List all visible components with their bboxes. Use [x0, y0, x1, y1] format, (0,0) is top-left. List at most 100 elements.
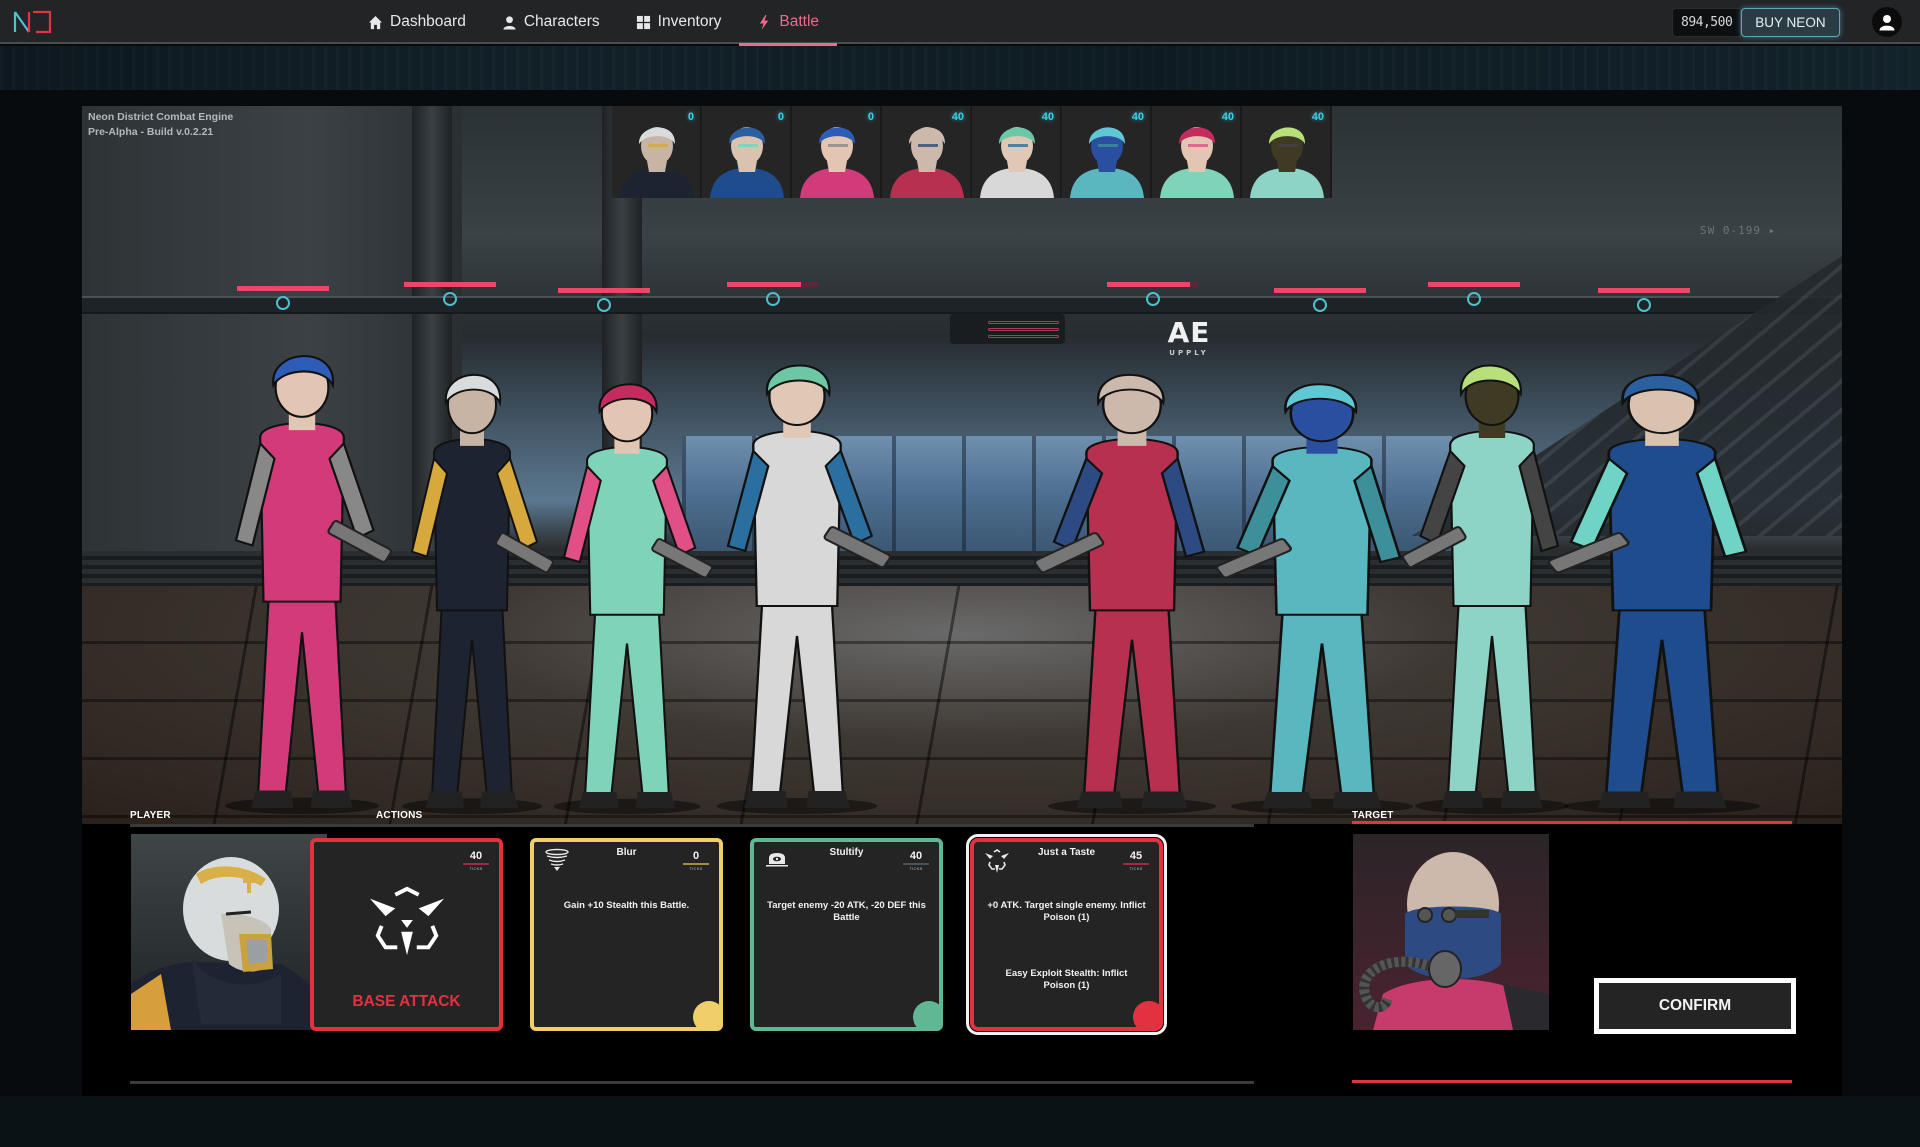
turn-order-slot[interactable]: 0	[792, 106, 882, 198]
status-ring-icon	[1467, 292, 1481, 306]
turn-ticks: 0	[777, 111, 784, 123]
build-info: Neon District Combat Engine Pre-Alpha - …	[88, 110, 233, 140]
page-footer-backdrop	[0, 1096, 1920, 1147]
confirm-button[interactable]: CONFIRM	[1594, 978, 1796, 1034]
actions-divider	[130, 824, 1254, 827]
actions-bottom-divider	[130, 1081, 1254, 1084]
status-ring-icon	[766, 292, 780, 306]
card-ticks: 45 TICKS	[1123, 850, 1149, 871]
card-ticks: 0 TICKS	[683, 850, 709, 871]
turn-order-slot[interactable]: 0	[702, 106, 792, 198]
build-title: Neon District Combat Engine	[88, 111, 234, 123]
card-rarity-dot	[913, 1001, 939, 1027]
card-description: +0 ATK. Target single enemy. Inflict Poi…	[987, 900, 1146, 923]
nav-dashboard-label: Dashboard	[390, 13, 466, 30]
nav-links: Dashboard Characters Inventory Battle	[350, 0, 837, 46]
nav-inventory[interactable]: Inventory	[618, 0, 740, 44]
neon-district-logo[interactable]	[12, 9, 56, 35]
user-icon	[503, 15, 516, 30]
grid-icon	[636, 15, 650, 29]
status-ring-icon	[443, 292, 457, 306]
action-card-base-attack[interactable]: 40 TICKS BASE ATTACK	[310, 838, 503, 1031]
health-bar-fill	[1274, 288, 1366, 293]
card-rarity-dot	[693, 1001, 719, 1027]
card-ticks: 40 TICKS	[463, 850, 489, 871]
status-ring-icon	[597, 298, 611, 312]
neon-balance: 894,500	[1672, 8, 1742, 37]
turn-order-slot[interactable]: 40	[882, 106, 972, 198]
sector-sign: SW 0-199 ▸	[1700, 224, 1777, 237]
home-icon	[368, 15, 383, 29]
health-bar	[727, 282, 819, 287]
actions-label: ACTIONS	[376, 810, 423, 821]
confirm-button-label: CONFIRM	[1599, 983, 1791, 1029]
target-portrait	[1353, 834, 1549, 1030]
status-ring-icon	[1146, 292, 1160, 306]
card-ticks-value: 40	[909, 850, 923, 862]
helmet-masked-portrait	[131, 834, 327, 1030]
card-rarity-dot	[1133, 1001, 1159, 1027]
action-card-just-a-taste[interactable]: Just a Taste 45 TICKS +0 ATK. Target sin…	[966, 834, 1167, 1035]
action-card-stultify[interactable]: Stultify 40 TICKS Target enemy -20 ATK, …	[750, 838, 943, 1031]
nav-battle-label: Battle	[779, 13, 820, 30]
bolt-icon	[760, 14, 769, 30]
nav-dashboard[interactable]: Dashboard	[350, 0, 484, 44]
health-bar	[1598, 288, 1690, 293]
turn-order-slot[interactable]: 40	[1062, 106, 1152, 198]
combat-engine-frame: AE UPPLY SW 0-199 ▸ Neon District Combat…	[82, 106, 1842, 1096]
health-bar	[1274, 288, 1366, 293]
neon-currency: 894,500 BUY NEON	[1672, 8, 1840, 37]
turn-order-slot[interactable]: 40	[1152, 106, 1242, 198]
turn-order-slot[interactable]: 40	[1242, 106, 1332, 198]
action-card-blur[interactable]: Blur 0 TICKS Gain +10 Stealth this Battl…	[530, 838, 723, 1031]
combatant-green-hair-headphones[interactable]	[682, 336, 912, 816]
turn-ticks: 40	[1131, 111, 1144, 123]
buy-neon-button[interactable]: BUY NEON	[1741, 8, 1840, 37]
combatant-blue-hood[interactable]	[1522, 346, 1802, 816]
health-bar-fill	[1598, 288, 1690, 293]
card-ticks: 40 TICKS	[903, 850, 929, 871]
turn-ticks: 0	[687, 111, 694, 123]
base-attack-icon	[369, 886, 444, 956]
green-hair-headphones-sprite	[716, 364, 892, 814]
card-bonus-description: Easy Exploit Stealth: Inflict Poison (1)	[1005, 968, 1128, 991]
health-bar	[404, 282, 496, 287]
turn-order-slot[interactable]: 40	[972, 106, 1062, 198]
health-bar-fill	[237, 286, 329, 291]
turn-ticks: 40	[1311, 111, 1324, 123]
target-divider-bottom	[1352, 1080, 1792, 1083]
player-label: PLAYER	[130, 810, 171, 821]
arena-balcony	[82, 296, 1842, 314]
player-portrait	[131, 834, 327, 1030]
card-ticks-value: 45	[1129, 850, 1143, 862]
account-avatar-button[interactable]	[1872, 7, 1902, 37]
turn-order-strip: 0 0 0 40 40 40 40 40	[612, 106, 1332, 198]
turn-ticks: 40	[951, 111, 964, 123]
turn-ticks: 40	[1041, 111, 1054, 123]
card-description: Gain +10 Stealth this Battle.	[563, 900, 690, 911]
turn-order-slot[interactable]: 0	[612, 106, 702, 198]
status-ring-icon	[1313, 298, 1327, 312]
card-description: Target enemy -20 ATK, -20 DEF this Battl…	[767, 900, 926, 923]
health-bar-fill	[1428, 282, 1520, 287]
build-version: Pre-Alpha - Build v.0.2.21	[88, 126, 214, 138]
health-bar	[558, 288, 650, 293]
page-backdrop	[0, 46, 1920, 90]
card-ticks-unit: TICKS	[909, 865, 923, 871]
health-bar	[237, 286, 329, 291]
health-bar	[1428, 282, 1520, 287]
nav-inventory-label: Inventory	[657, 13, 722, 30]
health-bar-fill	[727, 282, 801, 287]
card-ticks-value: 40	[469, 850, 483, 862]
turn-ticks: 0	[867, 111, 874, 123]
card-label: BASE ATTACK	[352, 993, 461, 1010]
blue-hood-sprite	[1547, 373, 1760, 815]
nav-battle[interactable]: Battle	[739, 0, 837, 46]
card-ticks-unit: TICKS	[469, 865, 483, 871]
user-circle-icon	[1879, 14, 1895, 30]
nav-characters[interactable]: Characters	[484, 0, 618, 44]
turn-ticks: 40	[1221, 111, 1234, 123]
target-divider-top	[1352, 821, 1792, 824]
gasmask-bald-portrait	[1353, 834, 1549, 1030]
health-bar	[1107, 282, 1199, 287]
